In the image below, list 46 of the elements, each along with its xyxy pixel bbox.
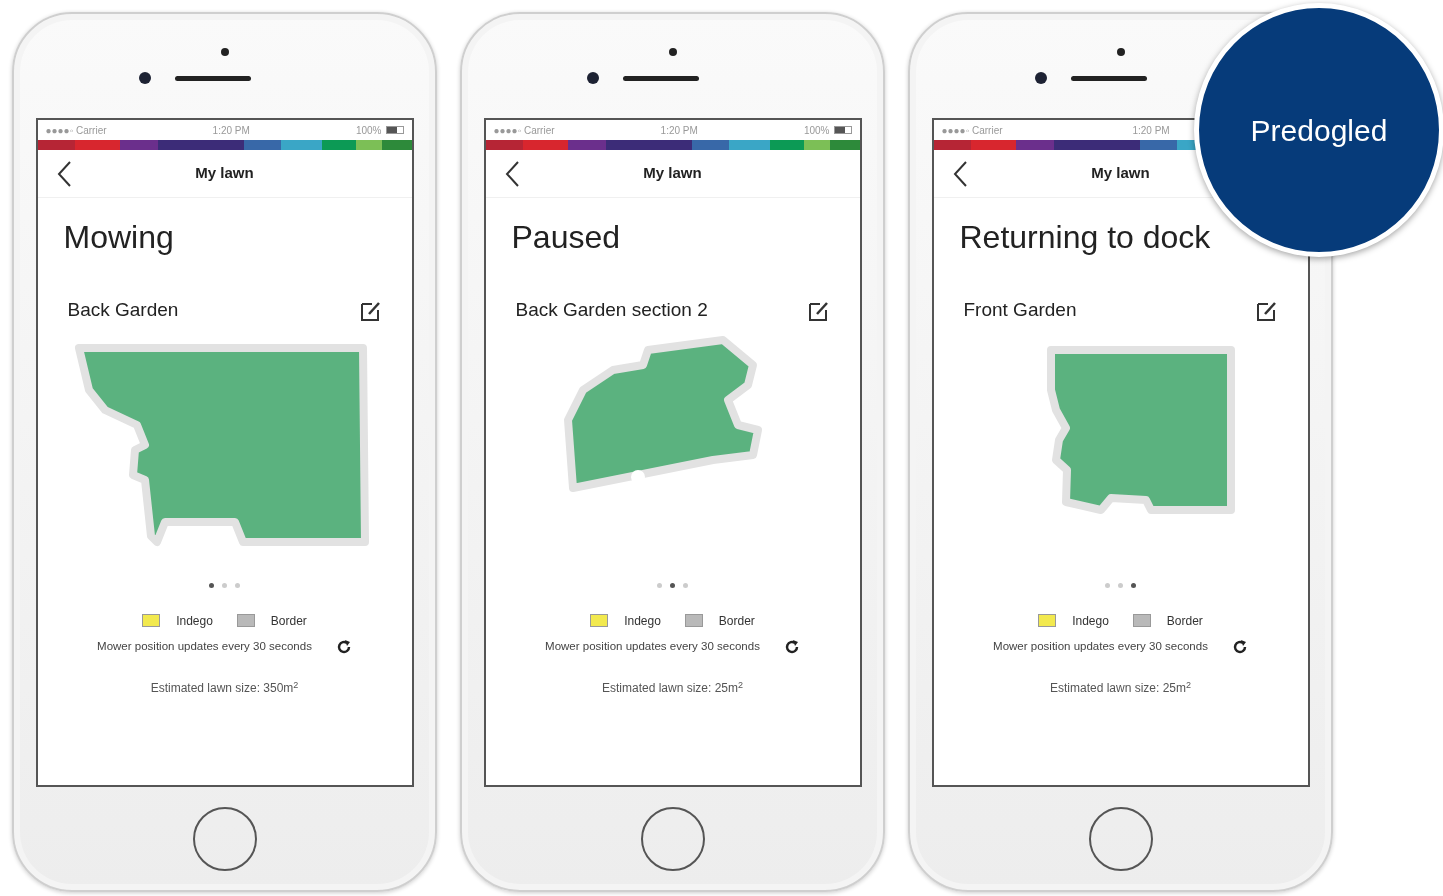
update-note: Mower position updates every 30 seconds: [97, 638, 312, 654]
carrier-label: ●●●●◦ Carrier: [941, 123, 1003, 138]
legend-label: Border: [270, 612, 307, 630]
back-icon[interactable]: [951, 160, 968, 188]
camera-lens: [1034, 72, 1047, 84]
clock-text: 1:20 PM: [212, 123, 250, 138]
camera-lens: [138, 72, 151, 84]
legend-label: Indego: [624, 612, 661, 630]
mower-status: Returning to dock: [959, 219, 1211, 255]
camera-lens: [586, 72, 599, 84]
battery-icon: [833, 126, 852, 134]
screen-title: My lawn: [195, 163, 254, 184]
lawn-size-text: Estimated lawn size: 25m$^{2}$: [601, 679, 744, 698]
clock-text: 1:20 PM: [1132, 123, 1170, 138]
back-icon[interactable]: [55, 160, 72, 188]
sensor-dot: [220, 48, 229, 56]
update-note: Mower position updates every 30 seconds: [993, 638, 1208, 654]
lawn-size-text: Estimated lawn size: 350m$^{2}$: [150, 679, 299, 698]
screen-title: My lawn: [1091, 163, 1150, 184]
legend-label: Indego: [1072, 612, 1109, 630]
garden-name: Back Garden section 2: [515, 298, 708, 323]
legend-label: Border: [1166, 612, 1203, 630]
legend-label: Indego: [176, 612, 213, 630]
garden-name: Front Garden: [963, 298, 1077, 323]
home-button[interactable]: [192, 806, 257, 871]
battery-percent: 100%: [355, 123, 382, 138]
legend-label: Border: [718, 612, 755, 630]
refresh-icon[interactable]: [783, 638, 800, 655]
clock-text: 1:20 PM: [660, 123, 698, 138]
refresh-icon[interactable]: [335, 638, 352, 655]
battery-icon: [385, 126, 404, 134]
update-note: Mower position updates every 30 seconds: [545, 638, 760, 654]
carrier-label: ●●●●◦ Carrier: [45, 123, 107, 138]
screen-title: My lawn: [643, 163, 702, 184]
sensor-dot: [668, 48, 677, 56]
mower-status: Paused: [511, 219, 621, 255]
battery-percent: 100%: [803, 123, 830, 138]
mower-status: Mowing: [63, 219, 174, 255]
refresh-icon[interactable]: [1231, 638, 1248, 655]
sensor-dot: [1116, 48, 1125, 56]
lawn-size-text: Estimated lawn size: 25m$^{2}$: [1049, 679, 1192, 698]
home-button[interactable]: [1088, 806, 1153, 871]
garden-name: Back Garden: [67, 298, 179, 323]
carrier-label: ●●●●◦ Carrier: [493, 123, 555, 138]
home-button[interactable]: [640, 806, 705, 871]
back-icon[interactable]: [503, 160, 520, 188]
